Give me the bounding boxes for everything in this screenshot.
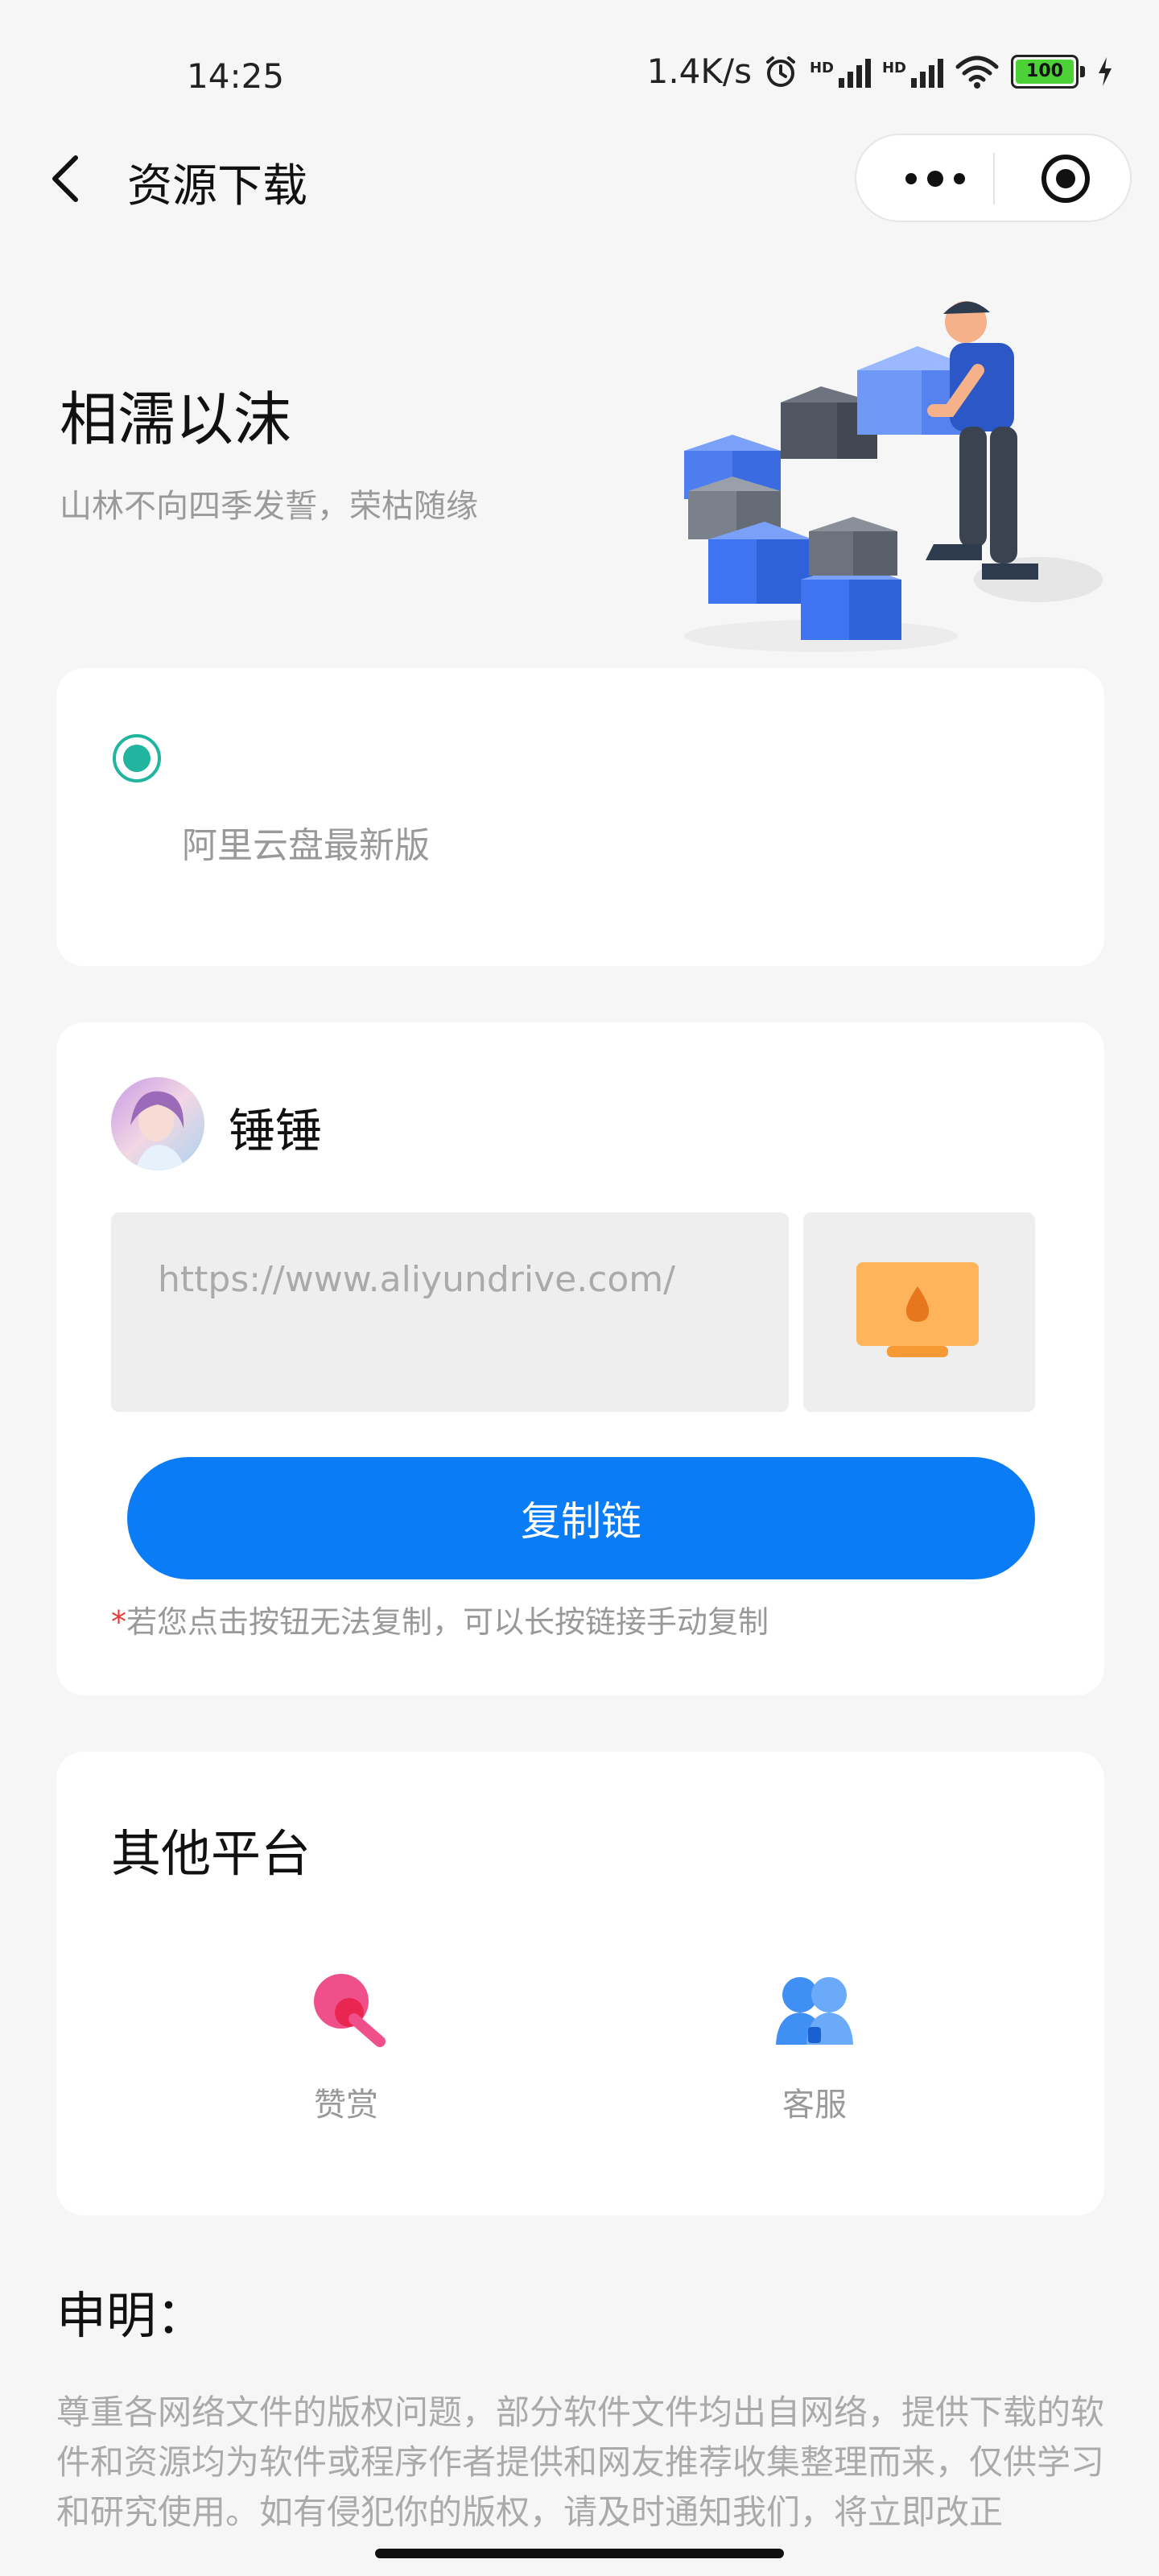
capsule-divider [993,153,995,204]
lollipop-icon [314,1974,386,2047]
delivery-illustration [684,301,1103,652]
statement-body: 尊重各网络文件的版权问题，部分软件文件均出自网络，提供下载的软件和资源均为软件或… [56,2392,1105,2532]
copy-tip: *若您点击按钮无法复制，可以长按链接手动复制 [111,1597,769,1641]
author-name: 锤锤 [229,1104,323,1158]
customer-service-label: 客服 [782,2087,847,2124]
mini-program-capsule [855,134,1132,222]
wifi-icon [955,56,999,89]
battery-level: 100 [1026,61,1063,81]
charging-icon [1099,56,1112,86]
status-time: 14:25 [187,56,285,96]
alarm-icon [765,56,795,87]
hero-subtitle: 山林不向四季发誓，荣枯随缘 [60,488,478,525]
back-arrow-icon[interactable] [47,153,85,204]
avatar [111,1077,204,1170]
other-platforms-title: 其他平台 [111,1824,311,1883]
tip-star: * [111,1604,126,1640]
customer-service-item[interactable]: 客服 [734,1967,895,2125]
reward-label: 赞赏 [314,2087,378,2124]
signal-icon-2: HD [882,56,943,88]
page-title: 资源下载 [127,160,307,213]
close-mini-program-icon[interactable] [1040,153,1091,204]
hero-title: 相濡以沫 [60,386,292,453]
home-indicator[interactable] [375,2549,784,2558]
statement-title: 申明： [56,2286,207,2345]
status-indicators: 1.4K/s HD HD 100 [647,52,1114,91]
battery-icon: 100 [1011,54,1079,89]
link-text[interactable]: https://www.aliyundrive.com/ [158,1259,675,1300]
reward-item[interactable]: 赞赏 [266,1967,427,2125]
signal-icon: HD [810,56,871,88]
option-label: 阿里云盘最新版 [182,825,430,866]
tv-preview-icon [856,1262,979,1357]
more-icon[interactable] [895,166,975,192]
option-radio[interactable] [113,734,161,782]
copy-link-button[interactable]: 复制链 [127,1457,1035,1579]
hd-badge: HD [809,59,834,76]
tip-text: 若您点击按钮无法复制，可以长按链接手动复制 [126,1604,769,1640]
customer-service-icon [776,1977,853,2045]
hd-badge-2: HD [881,59,906,76]
link-field[interactable] [111,1212,789,1412]
network-speed: 1.4K/s [646,52,752,91]
